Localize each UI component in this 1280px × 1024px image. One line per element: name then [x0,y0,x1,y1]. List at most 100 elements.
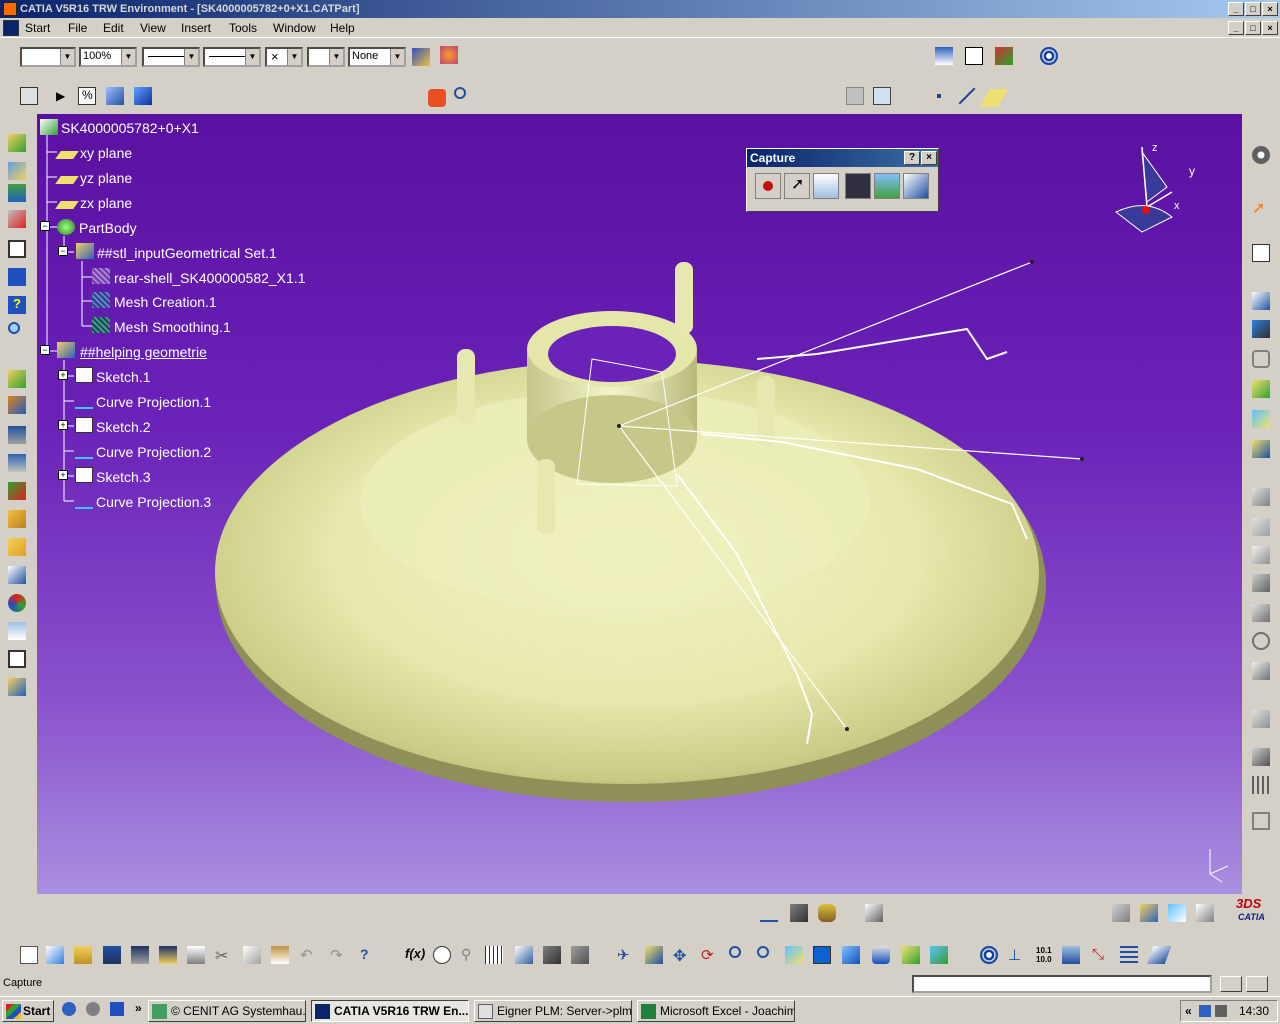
tree-node-rear-shell[interactable]: rear-shell_SK400000582_X1.1 [114,270,305,286]
minimize-button[interactable]: _ [1228,2,1244,16]
fillet-icon[interactable] [1252,488,1270,506]
line-type-combo[interactable]: ▼ [142,47,200,67]
menu-help[interactable]: Help [330,21,355,35]
catalog-icon[interactable] [8,678,26,696]
capture-help-button[interactable]: ? [904,151,920,165]
grid-icon[interactable] [1062,946,1080,964]
normal-view-tool-icon[interactable] [785,946,803,964]
line-icon[interactable] [956,87,976,105]
edit-icon[interactable] [8,566,26,584]
volume-icon[interactable] [1215,1005,1227,1017]
doc-minimize-button[interactable]: _ [1228,21,1244,35]
blend-icon[interactable] [1252,440,1270,458]
select-arrow-icon[interactable]: ➚ [784,173,810,199]
zoom-combo[interactable]: 100% ▼ [79,47,137,67]
part-icon[interactable] [40,119,58,135]
menu-insert[interactable]: Insert [181,21,211,35]
point-icon[interactable] [937,94,941,98]
thread-icon[interactable] [1252,632,1270,650]
image-icon[interactable] [874,173,900,199]
workbench-icon[interactable] [8,162,26,180]
capture-settings-icon[interactable] [903,173,929,199]
publish-icon[interactable] [8,482,26,500]
doc-restore-button[interactable]: □ [1245,21,1261,35]
save-management-icon[interactable] [8,454,26,472]
fit-all-icon[interactable] [20,87,38,105]
table-icon[interactable] [485,946,503,964]
catia-swirl-icon-bottom[interactable] [980,946,998,964]
tree-node-sketch1[interactable]: Sketch.1 [96,369,150,385]
pad-icon[interactable] [1252,292,1270,310]
hide-show-icon[interactable] [902,946,920,964]
copy-icon[interactable] [243,946,261,964]
quicklaunch-chevron[interactable]: » [135,1001,142,1015]
redo-icon[interactable]: ↷ [330,946,348,964]
menu-tools[interactable]: Tools [229,21,257,35]
painter-icon[interactable] [412,48,430,66]
paste-icon[interactable] [271,946,289,964]
knowledge-icon[interactable]: ⚲ [461,946,479,964]
translate-icon[interactable] [1252,710,1270,728]
measure-inertia-icon[interactable] [818,904,836,922]
menu-edit[interactable]: Edit [103,21,124,35]
tree-node-curve-proj2[interactable]: Curve Projection.2 [96,444,211,460]
quicklaunch-browser-icon[interactable] [110,1002,124,1016]
pattern-icon[interactable] [1252,776,1270,794]
chamfer-icon[interactable] [1252,518,1270,536]
new-file-icon[interactable] [20,946,38,964]
eraser-icon[interactable] [1168,904,1186,922]
task-catia[interactable]: CATIA V5R16 TRW En... [311,1000,469,1022]
mirror-icon[interactable] [1252,748,1270,766]
tree-node-sketch3[interactable]: Sketch.3 [96,469,150,485]
tree-icon[interactable] [8,396,26,414]
doc-close-button[interactable]: × [1262,21,1278,35]
save-icon[interactable] [8,426,26,444]
scale-icon[interactable] [1252,812,1270,830]
line-thickness-combo[interactable]: ▼ [203,47,261,67]
collapse-toggle-partbody[interactable]: − [40,221,50,231]
magnifier-icon[interactable] [454,87,472,105]
constraint-icon[interactable]: ⤡ [1092,946,1110,964]
lock-tool-icon[interactable] [543,946,561,964]
task-cenit[interactable]: © CENIT AG Systemhau... [148,1000,306,1022]
compass[interactable]: z y x [1112,142,1195,237]
shell-icon[interactable] [1252,574,1270,592]
whats-this-icon[interactable]: ? [360,946,378,964]
fit-all-in-icon[interactable] [645,946,663,964]
hierarchy-icon[interactable] [515,946,533,964]
lock-icon[interactable] [8,510,26,528]
book-icon[interactable] [1196,904,1214,922]
normal-view-icon[interactable] [134,87,152,105]
expand-toggle-sketch3[interactable]: + [58,470,68,480]
capture-close-button[interactable]: × [921,151,937,165]
fly-icon[interactable]: ✈ [617,946,635,964]
zoom-out-icon[interactable] [757,946,775,964]
open-folder-icon[interactable] [8,370,26,388]
cut-part-icon[interactable] [1112,904,1130,922]
eraser-tool-icon[interactable] [1146,946,1172,964]
pan-icon[interactable]: ✥ [673,946,691,965]
multi-view-icon[interactable] [813,946,831,964]
tree-node-helping-geometrie[interactable]: ##helping geometrie [80,344,207,360]
album-icon[interactable] [845,173,871,199]
menu-start[interactable]: Start [25,21,50,35]
task-excel[interactable]: Microsoft Excel - Joachim... [637,1000,795,1022]
draft-icon[interactable] [1252,546,1270,564]
axis-system-icon[interactable]: ⊥ [1008,946,1026,964]
record-icon[interactable] [755,173,781,199]
select-icon[interactable]: ➚ [1252,198,1270,217]
save-file-icon[interactable] [103,946,121,964]
rotate-icon[interactable]: ⟳ [701,946,719,964]
properties-painter-icon[interactable] [440,46,458,64]
percent-icon[interactable]: % [78,87,96,105]
collapse-toggle-helping[interactable]: − [40,345,50,355]
menu-view[interactable]: View [140,21,166,35]
list-icon[interactable] [1120,946,1138,964]
measure-item-icon[interactable] [790,904,808,922]
camera-icon[interactable] [428,89,446,107]
render-style-icon[interactable] [872,946,890,964]
cut-icon[interactable]: ✂ [215,946,233,965]
capture-titlebar[interactable]: Capture ? × [747,149,938,167]
layout-icon[interactable] [846,87,864,105]
remove-face-icon[interactable] [1252,662,1270,680]
